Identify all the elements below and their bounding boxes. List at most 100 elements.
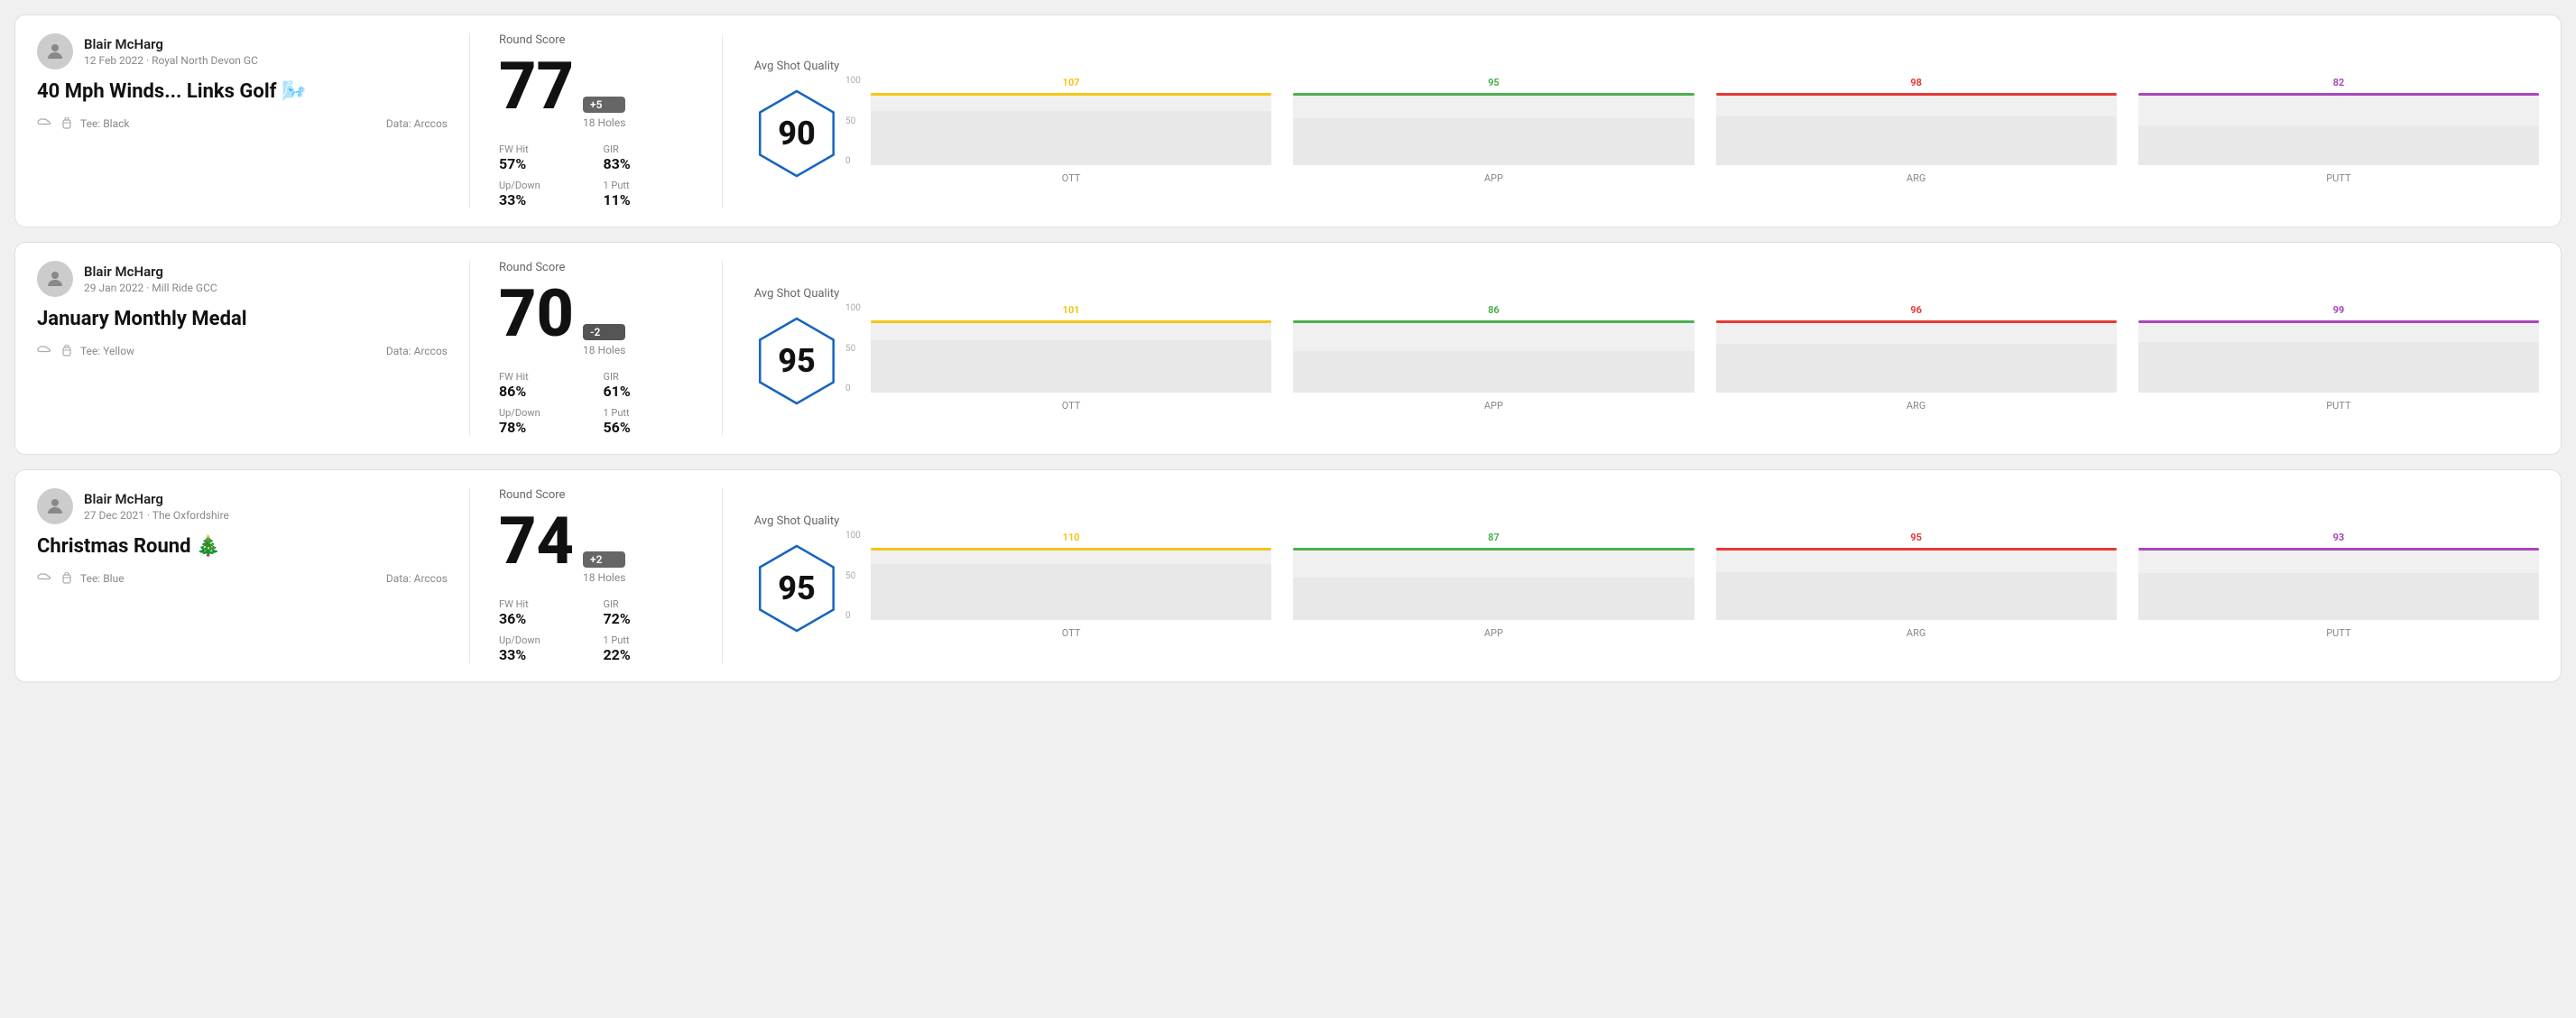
tee-row: Tee: Blue Data: Arccos <box>37 572 448 585</box>
score-big: 77 <box>499 54 574 119</box>
tee-row: Tee: Black Data: Arccos <box>37 117 448 130</box>
round-score-label: Round Score <box>499 488 693 502</box>
chart-column-arg: 95 ARG <box>1716 548 2117 639</box>
score-badge: +2 <box>583 551 625 568</box>
golf-bag-icon <box>59 572 75 585</box>
user-info: Blair McHarg 27 Dec 2021 · The Oxfordshi… <box>84 491 229 522</box>
holes-label: 18 Holes <box>583 116 625 129</box>
user-name: Blair McHarg <box>84 264 217 280</box>
cloud-icon <box>37 572 53 585</box>
chart-column-arg: 98 ARG <box>1716 93 2117 184</box>
one-putt-stat: 1 Putt 22% <box>604 634 694 663</box>
chart-column-app: 86 APP <box>1293 320 1694 412</box>
updown-stat: Up/Down 33% <box>499 180 589 208</box>
one-putt-stat: 1 Putt 56% <box>604 407 694 436</box>
middle-section: Round Score 70 -2 18 Holes FW Hit 86% GI… <box>470 261 723 436</box>
middle-section: Round Score 74 +2 18 Holes FW Hit 36% GI… <box>470 488 723 663</box>
updown-stat: Up/Down 78% <box>499 407 589 436</box>
date-course: 27 Dec 2021 · The Oxfordshire <box>84 509 229 522</box>
chart-column-app: 87 APP <box>1293 548 1694 639</box>
score-row: 74 +2 18 Holes <box>499 509 693 584</box>
chart-area: 100 50 0 107 OTT 95 APP <box>871 58 2539 184</box>
avatar <box>37 488 73 524</box>
score-row: 70 -2 18 Holes <box>499 282 693 356</box>
user-row: Blair McHarg 27 Dec 2021 · The Oxfordshi… <box>37 488 448 524</box>
gir-stat: GIR 83% <box>604 143 694 172</box>
user-name: Blair McHarg <box>84 491 229 507</box>
chart-area: 100 50 0 101 OTT 86 APP <box>871 285 2539 412</box>
golf-bag-icon <box>59 345 75 357</box>
round-card-1: Blair McHarg 29 Jan 2022 · Mill Ride GCC… <box>14 242 2562 455</box>
round-score-label: Round Score <box>499 261 693 274</box>
stats-grid: FW Hit 36% GIR 72% Up/Down 33% 1 Putt 22… <box>499 598 693 663</box>
avg-shot-container: Avg Shot Quality 95 <box>752 287 842 411</box>
right-section: Avg Shot Quality 95 100 50 0 101 OTT <box>723 261 2539 436</box>
avatar <box>37 33 73 69</box>
avg-shot-label: Avg Shot Quality <box>754 60 840 73</box>
score-big: 70 <box>499 282 574 347</box>
hex-score: 95 <box>778 342 816 380</box>
hex-wrap: 95 <box>752 539 842 638</box>
avg-shot-label: Avg Shot Quality <box>754 287 840 301</box>
score-badge: -2 <box>583 324 625 340</box>
tee-label: Tee: Black <box>80 117 129 130</box>
chart-column-ott: 101 OTT <box>871 320 1271 412</box>
holes-label: 18 Holes <box>583 344 625 356</box>
chart-column-ott: 107 OTT <box>871 93 1271 184</box>
user-row: Blair McHarg 12 Feb 2022 · Royal North D… <box>37 33 448 69</box>
left-section: Blair McHarg 12 Feb 2022 · Royal North D… <box>37 33 470 208</box>
left-section: Blair McHarg 27 Dec 2021 · The Oxfordshi… <box>37 488 470 663</box>
gir-stat: GIR 61% <box>604 371 694 400</box>
user-info: Blair McHarg 29 Jan 2022 · Mill Ride GCC <box>84 264 217 294</box>
right-section: Avg Shot Quality 95 100 50 0 110 OTT <box>723 488 2539 663</box>
round-title: January Monthly Medal <box>37 308 448 330</box>
gir-stat: GIR 72% <box>604 598 694 627</box>
round-card-2: Blair McHarg 27 Dec 2021 · The Oxfordshi… <box>14 469 2562 682</box>
chart-column-putt: 99 PUTT <box>2138 320 2539 412</box>
golf-bag-icon <box>59 117 75 130</box>
fw-hit-stat: FW Hit 57% <box>499 143 589 172</box>
score-detail: +5 18 Holes <box>583 97 625 129</box>
user-info: Blair McHarg 12 Feb 2022 · Royal North D… <box>84 36 258 67</box>
tee-info: Tee: Black <box>37 117 129 130</box>
chart-column-putt: 93 PUTT <box>2138 548 2539 639</box>
holes-label: 18 Holes <box>583 571 625 584</box>
score-row: 77 +5 18 Holes <box>499 54 693 129</box>
chart-column-arg: 96 ARG <box>1716 320 2117 412</box>
data-source: Data: Arccos <box>386 345 448 357</box>
hex-wrap: 90 <box>752 84 842 183</box>
avg-shot-label: Avg Shot Quality <box>754 514 840 528</box>
chart-column-putt: 82 PUTT <box>2138 93 2539 184</box>
cloud-icon <box>37 117 53 130</box>
left-section: Blair McHarg 29 Jan 2022 · Mill Ride GCC… <box>37 261 470 436</box>
hex-score: 90 <box>778 115 816 153</box>
updown-stat: Up/Down 33% <box>499 634 589 663</box>
date-course: 29 Jan 2022 · Mill Ride GCC <box>84 282 217 294</box>
date-course: 12 Feb 2022 · Royal North Devon GC <box>84 54 258 67</box>
score-detail: +2 18 Holes <box>583 551 625 584</box>
round-title: 40 Mph Winds... Links Golf 🌬️ <box>37 80 448 103</box>
fw-hit-stat: FW Hit 86% <box>499 371 589 400</box>
right-section: Avg Shot Quality 90 100 50 0 107 OTT <box>723 33 2539 208</box>
cloud-icon <box>37 345 53 357</box>
round-title: Christmas Round 🎄 <box>37 535 448 558</box>
one-putt-stat: 1 Putt 11% <box>604 180 694 208</box>
hex-score: 95 <box>778 569 816 607</box>
user-row: Blair McHarg 29 Jan 2022 · Mill Ride GCC <box>37 261 448 297</box>
middle-section: Round Score 77 +5 18 Holes FW Hit 57% GI… <box>470 33 723 208</box>
chart-column-ott: 110 OTT <box>871 548 1271 639</box>
score-big: 74 <box>499 509 574 574</box>
hex-wrap: 95 <box>752 311 842 411</box>
avatar <box>37 261 73 297</box>
tee-label: Tee: Blue <box>80 572 125 585</box>
chart-column-app: 95 APP <box>1293 93 1694 184</box>
round-score-label: Round Score <box>499 33 693 47</box>
user-name: Blair McHarg <box>84 36 258 52</box>
avg-shot-container: Avg Shot Quality 90 <box>752 60 842 183</box>
score-badge: +5 <box>583 97 625 113</box>
avg-shot-container: Avg Shot Quality 95 <box>752 514 842 638</box>
tee-info: Tee: Yellow <box>37 345 134 357</box>
stats-grid: FW Hit 86% GIR 61% Up/Down 78% 1 Putt 56… <box>499 371 693 436</box>
fw-hit-stat: FW Hit 36% <box>499 598 589 627</box>
round-card-0: Blair McHarg 12 Feb 2022 · Royal North D… <box>14 14 2562 227</box>
